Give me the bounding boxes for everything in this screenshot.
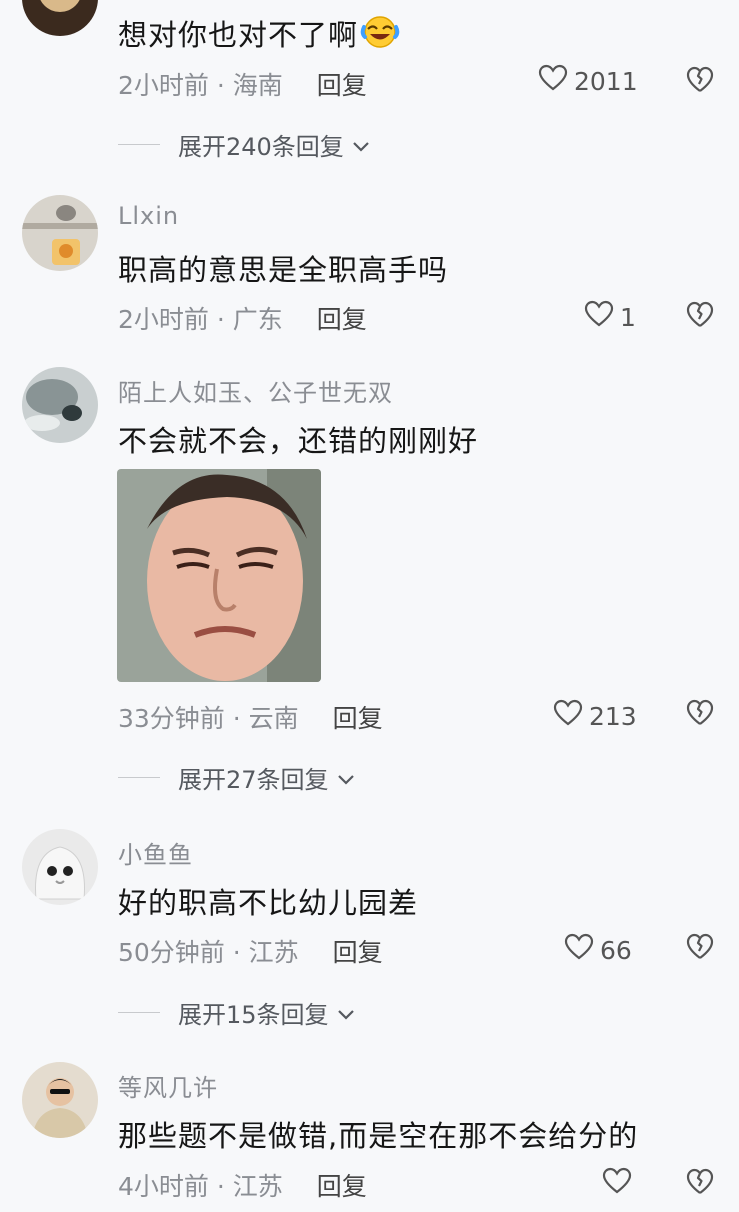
- avatar[interactable]: [22, 195, 98, 271]
- username[interactable]: 陌上人如玉、公子世无双: [118, 373, 393, 408]
- comment-meta: 2小时前 · 海南 回复: [118, 66, 367, 102]
- meta-separator: ·: [224, 704, 249, 733]
- timestamp: 50分钟前: [118, 938, 225, 967]
- like-count: 2011: [574, 66, 638, 96]
- dislike-button[interactable]: [686, 1168, 714, 1196]
- avatar[interactable]: [22, 367, 98, 443]
- username[interactable]: 等风几许: [118, 1068, 218, 1103]
- heart-outline-icon: [538, 64, 568, 98]
- broken-heart-icon: [686, 301, 714, 333]
- dislike-button[interactable]: [686, 301, 714, 329]
- divider: [118, 777, 160, 778]
- timestamp: 2小时前: [118, 71, 209, 100]
- comment-text: 不会就不会，还错的刚刚好: [118, 424, 479, 458]
- laughing-crying-emoji-icon: [360, 15, 400, 56]
- dislike-button[interactable]: [686, 66, 714, 94]
- comment-meta: 33分钟前 · 云南 回复: [118, 699, 383, 735]
- meta-separator: ·: [208, 305, 233, 334]
- chevron-down-icon: [337, 764, 355, 792]
- like-button[interactable]: 1: [584, 300, 636, 334]
- timestamp: 33分钟前: [118, 704, 225, 733]
- location: 云南: [248, 704, 299, 733]
- avatar[interactable]: [22, 0, 98, 36]
- location: 海南: [232, 71, 283, 100]
- expand-replies-button[interactable]: 展开27条回复: [118, 760, 355, 795]
- comment-text: 那些题不是做错,而是空在那不会给分的: [118, 1119, 639, 1153]
- reply-button[interactable]: 回复: [317, 305, 367, 334]
- meta-separator: ·: [208, 71, 233, 100]
- expand-label: 展开15条回复: [178, 1001, 329, 1029]
- comment-text: 职高的意思是全职高手吗: [118, 253, 449, 287]
- like-count: 1: [620, 302, 636, 332]
- reply-button[interactable]: 回复: [317, 71, 367, 100]
- like-count: 213: [589, 701, 637, 731]
- comment-text: 好的职高不比幼儿园差: [118, 886, 419, 920]
- timestamp: 4小时前: [118, 1172, 209, 1201]
- comment-meta: 4小时前 · 江苏 回复: [118, 1167, 367, 1203]
- avatar[interactable]: [22, 1062, 98, 1138]
- avatar[interactable]: [22, 829, 98, 905]
- dislike-button[interactable]: [686, 699, 714, 727]
- broken-heart-icon: [686, 699, 714, 731]
- comment-meta: 2小时前 · 广东 回复: [118, 300, 367, 336]
- expand-replies-button[interactable]: 展开240条回复: [118, 127, 370, 162]
- like-button[interactable]: [602, 1167, 638, 1201]
- heart-outline-icon: [584, 300, 614, 334]
- like-button[interactable]: 66: [564, 933, 632, 967]
- heart-outline-icon: [553, 699, 583, 733]
- like-button[interactable]: 2011: [538, 64, 638, 98]
- comment-text: 想对你也对不了啊: [118, 12, 400, 56]
- chevron-down-icon: [337, 999, 355, 1027]
- meta-separator: ·: [208, 1172, 233, 1201]
- reaction-sticker-image[interactable]: [117, 469, 321, 682]
- heart-outline-icon: [602, 1167, 632, 1201]
- divider: [118, 144, 160, 145]
- dislike-button[interactable]: [686, 933, 714, 961]
- username[interactable]: Llxin: [118, 202, 179, 230]
- location: 广东: [232, 305, 283, 334]
- heart-outline-icon: [564, 933, 594, 967]
- broken-heart-icon: [686, 933, 714, 965]
- expand-label: 展开240条回复: [178, 133, 344, 161]
- meta-separator: ·: [224, 938, 249, 967]
- location: 江苏: [232, 1172, 283, 1201]
- reply-button[interactable]: 回复: [333, 938, 383, 967]
- reply-button[interactable]: 回复: [317, 1172, 367, 1201]
- timestamp: 2小时前: [118, 305, 209, 334]
- location: 江苏: [248, 938, 299, 967]
- reply-button[interactable]: 回复: [333, 704, 383, 733]
- username[interactable]: 小鱼鱼: [118, 835, 193, 870]
- chevron-down-icon: [352, 131, 370, 159]
- like-count: 66: [600, 935, 632, 965]
- expand-replies-button[interactable]: 展开15条回复: [118, 995, 355, 1030]
- broken-heart-icon: [686, 66, 714, 98]
- broken-heart-icon: [686, 1168, 714, 1200]
- expand-label: 展开27条回复: [178, 766, 329, 794]
- comment-meta: 50分钟前 · 江苏 回复: [118, 933, 383, 969]
- divider: [118, 1012, 160, 1013]
- like-button[interactable]: 213: [553, 699, 637, 733]
